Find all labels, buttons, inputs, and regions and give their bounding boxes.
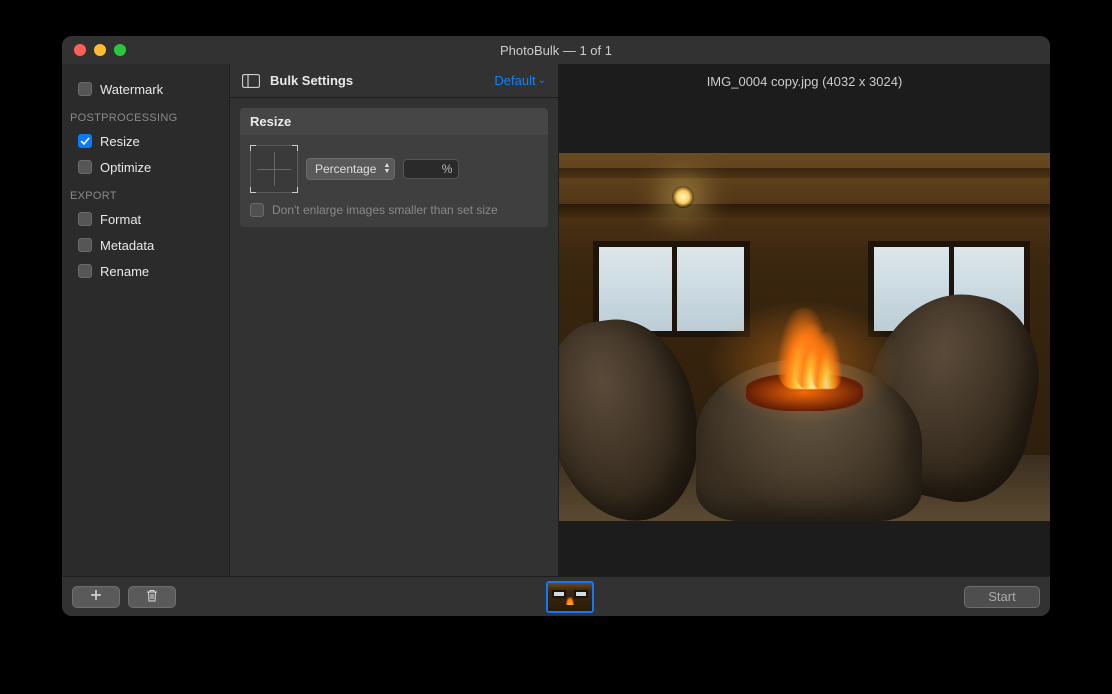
titlebar: PhotoBulk — 1 of 1: [62, 36, 1050, 64]
dont-enlarge-label: Don't enlarge images smaller than set si…: [272, 203, 498, 217]
checkbox-resize[interactable]: [78, 134, 92, 148]
window-title: PhotoBulk — 1 of 1: [62, 43, 1050, 58]
add-button[interactable]: [72, 586, 120, 608]
resize-percentage-unit: %: [442, 162, 453, 176]
start-button[interactable]: Start: [964, 586, 1040, 608]
sidebar-item-format[interactable]: Format: [62, 206, 229, 232]
checkbox-watermark[interactable]: [78, 82, 92, 96]
chevron-down-icon: ⌄: [538, 75, 546, 86]
resize-panel: Resize Percentage ▲▼ %: [240, 108, 548, 227]
settings-header: Bulk Settings Default ⌄: [230, 64, 558, 98]
sidebar-item-rename[interactable]: Rename: [62, 258, 229, 284]
resize-mode-select-value: Percentage: [315, 162, 376, 176]
sidebar-section-export: EXPORT: [62, 180, 229, 206]
checkbox-dont-enlarge[interactable]: [250, 203, 264, 217]
resize-panel-title: Resize: [240, 108, 548, 135]
checkbox-rename[interactable]: [78, 264, 92, 278]
sidebar-item-metadata[interactable]: Metadata: [62, 232, 229, 258]
sidebar-item-label: Resize: [100, 134, 140, 149]
start-button-label: Start: [988, 589, 1015, 604]
checkbox-optimize[interactable]: [78, 160, 92, 174]
plus-icon: [90, 589, 102, 604]
sidebar-item-label: Watermark: [100, 82, 163, 97]
checkbox-format[interactable]: [78, 212, 92, 226]
settings-title: Bulk Settings: [270, 73, 484, 88]
preview-image: [559, 153, 1050, 521]
sidebar-item-resize[interactable]: Resize: [62, 128, 229, 154]
settings-column: Bulk Settings Default ⌄ Resize Perce: [229, 64, 559, 576]
sidebar-item-label: Optimize: [100, 160, 151, 175]
sidebar-item-label: Rename: [100, 264, 149, 279]
light-bulb-icon: [672, 186, 694, 208]
delete-button[interactable]: [128, 586, 176, 608]
thumbnail-selected[interactable]: [546, 581, 594, 613]
preset-dropdown[interactable]: Default ⌄: [494, 73, 546, 88]
preview-column: IMG_0004 copy.jpg (4032 x 3024): [559, 64, 1050, 576]
resize-mode-select[interactable]: Percentage ▲▼: [306, 158, 395, 180]
checkbox-metadata[interactable]: [78, 238, 92, 252]
preview-filename: IMG_0004 copy.jpg (4032 x 3024): [559, 64, 1050, 98]
footer: Start: [62, 576, 1050, 616]
sidebar-section-postprocessing: POSTPROCESSING: [62, 102, 229, 128]
trash-icon: [146, 589, 158, 605]
updown-icon: ▲▼: [383, 163, 390, 175]
resize-percentage-input[interactable]: %: [403, 159, 459, 179]
dont-enlarge-row[interactable]: Don't enlarge images smaller than set si…: [250, 203, 538, 217]
resize-crop-widget[interactable]: [250, 145, 298, 193]
sidebar-toggle-icon[interactable]: [242, 74, 260, 88]
app-window: PhotoBulk — 1 of 1 Watermark POSTPROCESS…: [62, 36, 1050, 616]
preview-canvas: [559, 98, 1050, 576]
preset-dropdown-label: Default: [494, 73, 535, 88]
sidebar: Watermark POSTPROCESSING Resize Optimize…: [62, 64, 229, 576]
sidebar-item-watermark[interactable]: Watermark: [62, 76, 229, 102]
sidebar-item-label: Metadata: [100, 238, 154, 253]
sidebar-item-optimize[interactable]: Optimize: [62, 154, 229, 180]
sidebar-item-label: Format: [100, 212, 141, 227]
